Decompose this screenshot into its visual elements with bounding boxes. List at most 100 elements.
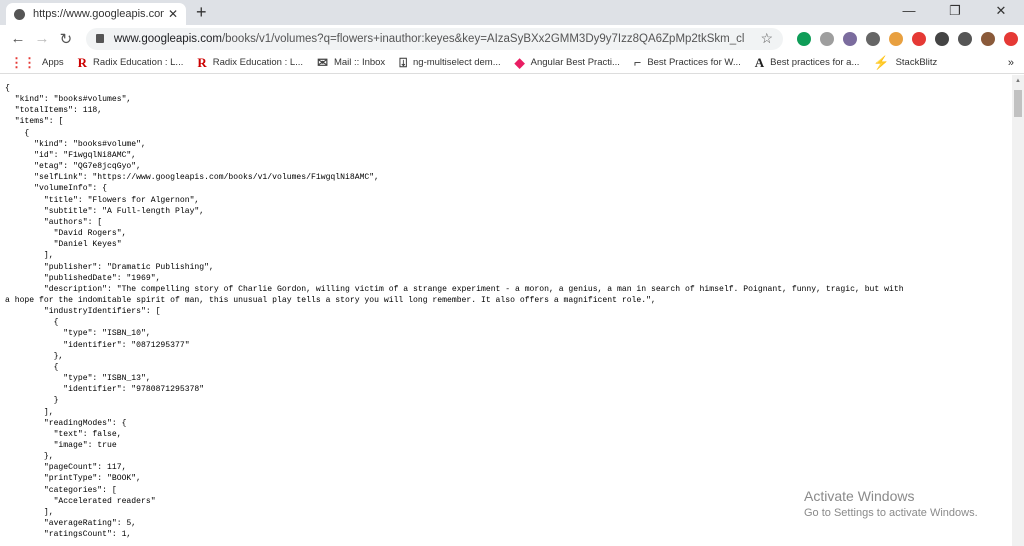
json-line: "identifier": "9780871295378"	[5, 385, 205, 395]
json-line: "etag": "QG7e8jcqGyo",	[5, 162, 141, 172]
tab-active[interactable]: https://www.googleapis.com/books/v1/volu…	[6, 3, 186, 25]
bookmark-label: Angular Best Practi...	[530, 57, 620, 68]
json-line: "volumeInfo": {	[5, 184, 107, 194]
json-line: "printType": "BOOK",	[5, 474, 141, 484]
bookmark-item[interactable]: ⚡ StackBlitz	[873, 55, 937, 71]
json-line: "ratingsCount": 1,	[5, 530, 132, 540]
bookmark-label: StackBlitz	[895, 57, 938, 68]
json-text: { "kind": "books#volumes", "totalItems":…	[0, 75, 1012, 540]
json-line: "type": "ISBN_10",	[5, 329, 151, 339]
tab-close-button[interactable]: ✕	[168, 7, 178, 21]
bookmark-label: Mail :: Inbox	[333, 57, 386, 68]
forward-button[interactable]: →	[30, 30, 54, 47]
watermark-title: Activate Windows	[804, 488, 915, 504]
bookmark-label: ng-multiselect dem...	[413, 57, 501, 68]
close-window-button[interactable]: ✕	[978, 0, 1024, 22]
bookmark-label: Apps	[42, 57, 64, 68]
json-line: ],	[5, 407, 54, 417]
json-line: "publishedDate": "1969",	[5, 273, 161, 283]
json-line: "publisher": "Dramatic Publishing",	[5, 262, 214, 272]
json-line: "identifier": "0871295377"	[5, 340, 190, 350]
globe-icon	[14, 8, 25, 20]
json-line: "selfLink": "https://www.googleapis.com/…	[5, 173, 379, 183]
json-line: "David Rogers",	[5, 229, 127, 239]
reload-button[interactable]: ↻	[54, 30, 78, 48]
json-line: "title": "Flowers for Algernon",	[5, 195, 200, 205]
extensions-area	[797, 31, 1018, 46]
browser-toolbar: ← → ↻ www.googleapis.com/books/v1/volume…	[0, 25, 1024, 52]
cart-ext-icon[interactable]	[797, 31, 811, 46]
json-line: },	[5, 452, 54, 462]
profile-avatar-icon[interactable]	[981, 31, 995, 46]
json-line: "type": "ISBN_13",	[5, 374, 151, 384]
json-line: "industryIdentifiers": [	[5, 307, 161, 317]
json-line: {	[5, 84, 10, 93]
scroll-up-arrow-icon[interactable]: ▲	[1015, 78, 1021, 84]
bookmark-item[interactable]: ✉ Mail :: Inbox	[317, 55, 385, 71]
url-host: www.googleapis.com	[113, 32, 222, 45]
json-line: "authors": [	[5, 217, 103, 227]
cookie-ext-icon[interactable]	[889, 31, 903, 46]
json-line: "subtitle": "A Full-length Play",	[5, 206, 205, 216]
bookmark-item[interactable]: A Best practices for a...	[755, 55, 860, 71]
lock-icon	[95, 34, 104, 43]
json-line: "text": false,	[5, 429, 122, 439]
json-line: "id": "F1wgqlNi8AMC",	[5, 150, 137, 160]
bookmark-star-icon[interactable]: ☆	[760, 30, 773, 47]
json-line: "items": [	[5, 117, 64, 127]
json-line: "description": "The compelling story of …	[5, 284, 904, 294]
json-line: {	[5, 128, 30, 138]
activate-windows-watermark: Activate Windows Go to Settings to activ…	[804, 488, 978, 519]
bookmark-icon: ⍗	[399, 54, 407, 70]
json-line: "Daniel Keyes"	[5, 240, 122, 250]
bookmark-item[interactable]: R Radix Education : L...	[78, 55, 184, 71]
json-line: }	[5, 396, 59, 406]
bookmark-item[interactable]: ⋮⋮ Apps	[10, 55, 64, 71]
vertical-scrollbar[interactable]: ▲	[1012, 75, 1024, 546]
address-bar[interactable]: www.googleapis.com/books/v1/volumes?q=fl…	[85, 27, 783, 50]
bookmark-item[interactable]: ⍗ ng-multiselect dem...	[399, 55, 500, 71]
new-tab-button[interactable]: +	[196, 2, 207, 23]
bookmark-icon: ✉	[317, 54, 328, 70]
json-line: "kind": "books#volume",	[5, 139, 146, 149]
json-line: "totalItems": 118,	[5, 106, 103, 116]
bookmark-label: Radix Education : L...	[212, 57, 304, 68]
json-line: ],	[5, 251, 54, 261]
json-line: "averageRating": 5,	[5, 519, 137, 529]
bookmark-icon: ⌐	[633, 54, 642, 70]
bookmark-icon: R	[77, 54, 88, 70]
bookmark-icon: ⚡	[873, 54, 890, 70]
bookmark-item[interactable]: R Radix Education : L...	[197, 55, 303, 71]
bookmark-label: Best Practices for W...	[647, 57, 741, 68]
bookmark-item[interactable]: ⌐ Best Practices for W...	[634, 55, 741, 71]
json-line: },	[5, 351, 64, 361]
tab-strip: https://www.googleapis.com/books/v1/volu…	[0, 0, 1024, 25]
bookmark-label: Best practices for a...	[770, 57, 860, 68]
json-line: "readingModes": {	[5, 418, 127, 428]
bookmark-icon: ◆	[514, 54, 525, 70]
json-line: "kind": "books#volumes",	[5, 95, 132, 105]
puzzle-ext-icon[interactable]	[935, 31, 949, 46]
dark-mode-ext-icon[interactable]	[866, 31, 880, 46]
tab-title: https://www.googleapis.com/books/v1/volu…	[33, 8, 164, 20]
bookmark-icon: R	[197, 54, 207, 70]
update-ext-icon[interactable]	[1004, 31, 1018, 46]
json-viewer: { "kind": "books#volumes", "totalItems":…	[0, 75, 1012, 546]
json-line: "pageCount": 117,	[5, 463, 127, 473]
bookmark-icon: ⋮⋮	[10, 54, 36, 70]
ghost-ext-icon[interactable]	[843, 31, 857, 46]
json-line: "image": true	[5, 441, 117, 450]
back-button[interactable]: ←	[6, 30, 30, 47]
minimize-button[interactable]: —	[886, 0, 932, 22]
json-line: {	[5, 318, 59, 328]
restore-button[interactable]: ❐	[932, 0, 978, 22]
json-line: {	[5, 362, 59, 372]
shopping-ext-icon[interactable]	[820, 31, 834, 46]
myntra-ext-icon[interactable]	[912, 31, 926, 46]
bookmark-item[interactable]: ◆ Angular Best Practi...	[515, 55, 620, 71]
bookmarks-overflow-button[interactable]: »	[1008, 57, 1014, 69]
bookmark-icon: A	[754, 54, 765, 70]
playlist-ext-icon[interactable]	[958, 31, 972, 46]
bookmarks-bar: ⋮⋮ Apps R Radix Education : L... R Radix Educ…	[0, 52, 1024, 74]
scrollbar-thumb[interactable]	[1014, 90, 1022, 117]
